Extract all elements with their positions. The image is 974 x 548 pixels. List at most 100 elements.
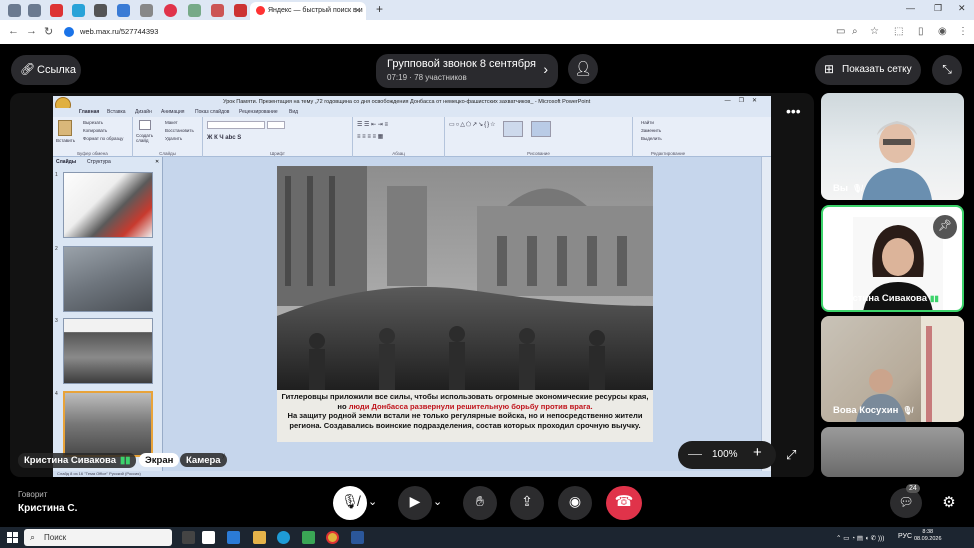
slide-thumbnail[interactable] (63, 318, 153, 384)
show-grid-button[interactable]: ⊞ Показать сетку (815, 55, 921, 85)
slide-thumbnail[interactable] (63, 246, 153, 312)
taskbar-search[interactable]: ⌕ Поиск (24, 529, 172, 546)
list-icons[interactable]: ☰ ☰ ⇤ ⇥ ≡ (357, 121, 388, 128)
font-name-field[interactable] (207, 121, 265, 129)
new-slide-label[interactable]: Создать слайд (136, 133, 158, 143)
extensions-icon[interactable]: ⬚ (894, 26, 903, 37)
back-icon[interactable]: ← (8, 25, 19, 37)
tab-icon[interactable] (140, 4, 153, 17)
camera-options-chevron-icon[interactable]: ⌄ (433, 495, 442, 508)
outline-tab[interactable]: Структура (87, 159, 111, 165)
forward-icon[interactable]: → (26, 25, 37, 37)
ppt-tab[interactable]: Анимация (161, 109, 184, 115)
mail-icon[interactable] (227, 531, 240, 544)
participant-tile[interactable] (821, 427, 964, 477)
copy-button[interactable]: Копировать (83, 128, 107, 133)
ppt-tab[interactable]: Главная (79, 109, 99, 115)
tab-icon[interactable] (8, 4, 21, 17)
settings-button[interactable]: ⚙︎ (934, 488, 964, 518)
vertical-scrollbar[interactable] (761, 157, 771, 471)
ppt-tab[interactable]: Дизайн (135, 109, 152, 115)
slide-thumbnail[interactable] (63, 172, 153, 238)
system-tray-icons[interactable]: ⌃ ▭ ◔ ▤ ◖ ✆ ))) (836, 534, 884, 542)
hang-up-button[interactable]: ☎︎ (606, 486, 642, 520)
zoom-in-button[interactable]: + (753, 444, 762, 461)
restore-icon[interactable]: ❐ (934, 3, 942, 14)
reload-icon[interactable]: ↻ (44, 25, 53, 38)
ppt-window-controls[interactable]: —❐✕ (725, 97, 765, 104)
tab-icon[interactable] (234, 4, 247, 17)
camera-button[interactable]: ▶︎ (398, 486, 432, 520)
mic-options-chevron-icon[interactable]: ⌄ (368, 495, 377, 508)
taskbar-clock[interactable]: 8:38 08.09.2026 (914, 529, 942, 543)
ppt-tab[interactable]: Вставка (107, 109, 126, 115)
cast-icon[interactable]: ▭ (836, 26, 845, 37)
browser-tab-active[interactable]: Яндекс — быстрый поиск в и ✕ (250, 2, 366, 20)
windows-start-icon[interactable] (7, 532, 18, 543)
reset-button[interactable]: Восстановить (165, 128, 194, 133)
zoom-out-button[interactable]: — (688, 445, 702, 461)
paste-label[interactable]: Вставить (56, 138, 75, 143)
font-size-field[interactable] (267, 121, 285, 129)
chrome-icon[interactable] (326, 531, 339, 544)
slide-thumbnail-selected[interactable] (63, 391, 153, 457)
call-info-button[interactable]: Групповой звонок 8 сентября 07:19 · 78 у… (376, 54, 558, 88)
word-icon[interactable] (351, 531, 364, 544)
zoom-icon[interactable]: ⌕ (852, 26, 858, 37)
more-options-icon[interactable]: ••• (786, 103, 801, 119)
paste-icon[interactable] (58, 120, 72, 136)
font-format-icons[interactable]: Ж К Ч abc S (207, 135, 241, 141)
microphone-button[interactable]: 🎙︎̸ (333, 486, 367, 520)
site-info-icon[interactable] (64, 27, 74, 37)
participant-tile[interactable]: Вова Косухин 🎙︎̸ (821, 316, 964, 422)
slides-tab[interactable]: Слайды (56, 159, 76, 165)
tab-icon[interactable] (72, 4, 85, 17)
select-button[interactable]: Выделить (641, 136, 662, 141)
copy-link-button[interactable]: 🔗︎ Ссылка (11, 55, 81, 85)
share-screen-button[interactable]: ⇪ (510, 486, 544, 520)
task-view-icon[interactable] (182, 531, 195, 544)
input-language[interactable]: РУС (898, 533, 912, 540)
ppt-tab[interactable]: Рецензирование (239, 109, 278, 115)
tab-icon[interactable] (28, 4, 41, 17)
camera-toggle[interactable]: Камера (180, 453, 227, 467)
tab-icon[interactable] (94, 4, 107, 17)
replace-button[interactable]: Заменить (641, 128, 661, 133)
format-painter-button[interactable]: Формат по образцу (83, 136, 123, 141)
menu-dots-icon[interactable]: ⋮ (958, 26, 968, 37)
cut-button[interactable]: Вырезать (83, 120, 103, 125)
arrange-icon[interactable] (503, 121, 523, 137)
layout-button[interactable]: Макет (165, 120, 178, 125)
minimize-icon[interactable]: — (906, 3, 915, 13)
find-button[interactable]: Найти (641, 120, 654, 125)
pin-icon[interactable]: 📌︎ (933, 215, 957, 239)
ppt-tab[interactable]: Показ слайдов (195, 109, 229, 115)
tab-icon[interactable] (50, 4, 63, 17)
sidebar-icon[interactable]: ▯ (918, 26, 924, 37)
screen-toggle[interactable]: Экран (139, 453, 180, 467)
tab-icon[interactable] (164, 4, 177, 17)
bookmark-star-icon[interactable]: ☆ (870, 26, 879, 37)
shapes-gallery-icon[interactable]: ▭○△⬠↗↘{}☆ (449, 121, 497, 128)
store-icon[interactable] (202, 531, 215, 544)
profile-icon[interactable]: ◉ (938, 26, 947, 37)
align-icons[interactable]: ≡ ≡ ≡ ≡ ▦ (357, 133, 383, 140)
new-slide-icon[interactable] (139, 120, 151, 130)
tab-icon[interactable] (117, 4, 130, 17)
url-field[interactable]: web.max.ru/527744393 (60, 24, 830, 40)
participant-tile-speaking[interactable]: 📌︎ Кристина Сивакова ▮▮ (821, 205, 964, 312)
delete-slide-button[interactable]: Удалить (165, 136, 182, 141)
participant-tile-self[interactable]: Вы 🎙︎̸ (821, 93, 964, 200)
tab-icon[interactable] (188, 4, 201, 17)
expand-icon[interactable]: ⤢ (786, 447, 796, 463)
close-panel-icon[interactable]: ✕ (155, 159, 159, 165)
quick-styles-icon[interactable] (531, 121, 551, 137)
add-participant-button[interactable]: 👤︎ (568, 54, 598, 84)
close-window-icon[interactable]: ✕ (958, 3, 966, 14)
app-icon[interactable] (302, 531, 315, 544)
raise-hand-button[interactable]: ✋︎ (463, 486, 497, 520)
close-tab-icon[interactable]: ✕ (354, 6, 361, 15)
record-button[interactable]: ◉ (558, 486, 592, 520)
ppt-tab[interactable]: Вид (289, 109, 298, 115)
new-tab-icon[interactable]: + (376, 2, 383, 16)
